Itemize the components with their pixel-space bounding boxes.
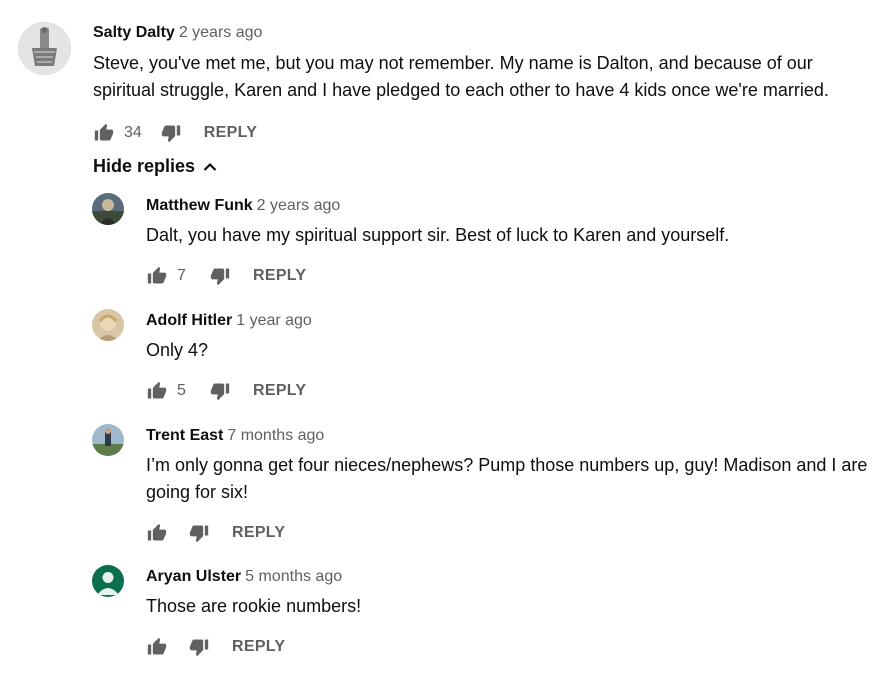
comment-timestamp[interactable]: 7 months ago	[227, 427, 324, 444]
thumb-down-icon	[210, 266, 230, 286]
comment-actions: REPLY	[146, 519, 868, 547]
comment-author[interactable]: Adolf Hitler	[146, 312, 232, 329]
reply-comment: Adolf Hitler 1 year ago Only 4? 5 REPLY	[92, 309, 866, 405]
avatar[interactable]	[92, 565, 124, 597]
dislike-button[interactable]	[209, 265, 231, 287]
reply-comment: Aryan Ulster 5 months ago Those are rooki…	[92, 565, 866, 661]
reply-comment: Trent East 7 months ago I’m only gonna ge…	[92, 424, 868, 547]
comment-timestamp[interactable]: 2 years ago	[179, 24, 263, 41]
like-button[interactable]	[146, 522, 168, 544]
avatar[interactable]	[92, 309, 124, 341]
thumb-down-icon	[161, 123, 181, 143]
dislike-button[interactable]	[160, 122, 182, 144]
reply-button[interactable]: REPLY	[232, 638, 285, 656]
comment-text: Those are rookie numbers!	[146, 596, 362, 616]
like-count: 34	[124, 124, 142, 141]
thumb-up-icon	[147, 381, 167, 401]
comment-text: Steve, you've met me, but you may not re…	[93, 53, 829, 100]
photo-avatar-icon	[92, 193, 124, 225]
comment-actions: 7 REPLY	[146, 262, 866, 290]
like-button[interactable]	[146, 380, 168, 402]
chevron-up-icon	[203, 162, 217, 172]
thumb-up-icon	[94, 123, 114, 143]
photo-avatar-icon	[92, 309, 124, 341]
comment-text: I’m only gonna get four nieces/nephews? …	[146, 455, 868, 502]
default-avatar-icon	[92, 565, 124, 597]
comment-actions: 34 REPLY	[93, 119, 863, 147]
reply-button[interactable]: REPLY	[232, 524, 285, 542]
like-count: 5	[177, 382, 186, 399]
comment-timestamp[interactable]: 1 year ago	[236, 312, 312, 329]
avatar[interactable]	[92, 424, 124, 456]
comment-actions: 5 REPLY	[146, 377, 866, 405]
dislike-button[interactable]	[188, 636, 210, 658]
hide-replies-label: Hide replies	[93, 156, 196, 176]
reply-button[interactable]: REPLY	[204, 124, 257, 142]
thumb-up-icon	[147, 637, 167, 657]
hide-replies-button[interactable]: Hide replies	[93, 156, 217, 177]
avatar[interactable]	[92, 193, 124, 225]
comment-thread: Salty Dalty 2 years ago Steve, you've met…	[18, 22, 863, 147]
thors-hammer-avatar-icon	[18, 22, 71, 75]
reply-button[interactable]: REPLY	[253, 382, 306, 400]
avatar[interactable]	[18, 22, 71, 75]
thumb-up-icon	[147, 523, 167, 543]
thumb-down-icon	[189, 637, 209, 657]
reply-button[interactable]: REPLY	[253, 267, 306, 285]
thumb-up-icon	[147, 266, 167, 286]
comment-timestamp[interactable]: 2 years ago	[257, 197, 341, 214]
thumb-down-icon	[189, 523, 209, 543]
comment-text: Only 4?	[146, 340, 209, 360]
reply-comment: Matthew Funk 2 years ago Dalt, you have m…	[92, 193, 866, 290]
like-button[interactable]	[146, 265, 168, 287]
like-button[interactable]	[146, 636, 168, 658]
comment-actions: REPLY	[146, 633, 866, 661]
thumb-down-icon	[210, 381, 230, 401]
photo-avatar-icon	[92, 424, 124, 456]
like-button[interactable]	[93, 122, 115, 144]
like-count: 7	[177, 267, 186, 284]
comment-author[interactable]: Trent East	[146, 427, 223, 444]
comment-text: Dalt, you have my spiritual support sir.…	[146, 225, 730, 245]
comment-author[interactable]: Matthew Funk	[146, 197, 253, 214]
comment-author[interactable]: Aryan Ulster	[146, 568, 241, 585]
comment-author[interactable]: Salty Dalty	[93, 24, 175, 41]
comment-timestamp[interactable]: 5 months ago	[245, 568, 342, 585]
dislike-button[interactable]	[209, 380, 231, 402]
dislike-button[interactable]	[188, 522, 210, 544]
